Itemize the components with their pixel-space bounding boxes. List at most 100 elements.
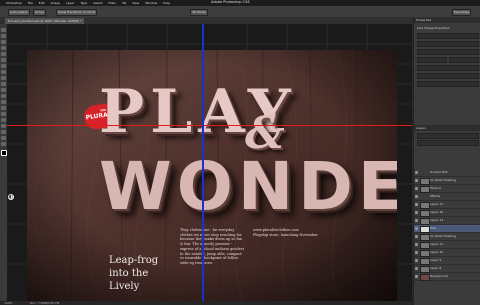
blend-mode-select[interactable]: [417, 140, 479, 146]
layer-row[interactable]: Scripted Heading: [414, 177, 480, 185]
visibility-eye-icon[interactable]: [415, 187, 418, 190]
layer-row[interactable]: Layer 10: [414, 249, 480, 257]
horizontal-guide[interactable]: [7, 125, 412, 126]
layer-thumbnail: [420, 250, 430, 257]
layer-name: Layer 11: [430, 242, 444, 246]
dodge-tool-icon[interactable]: [1, 106, 6, 110]
layers-header: Layers: [414, 125, 480, 131]
layer-row[interactable]: Layer 9: [414, 257, 480, 265]
vertical-guide[interactable]: [202, 24, 204, 301]
visibility-eye-icon[interactable]: [415, 275, 418, 278]
menu-window[interactable]: Window: [145, 1, 157, 5]
tagline[interactable]: Leap-frog into the Lively: [109, 254, 158, 293]
gradient-tool-icon[interactable]: [1, 94, 6, 98]
layer-name: Scripted Heading: [430, 234, 456, 238]
layer-thumbnail: [420, 210, 430, 217]
healing-tool-icon[interactable]: [1, 64, 6, 68]
info-block[interactable]: www.pluralistclothes.com Flagship store,…: [253, 228, 333, 237]
headline-wonder[interactable]: WONDER: [99, 154, 397, 220]
type-tool-icon[interactable]: [1, 118, 6, 122]
visibility-eye-icon[interactable]: [415, 211, 418, 214]
layer-filter-field[interactable]: [417, 133, 479, 139]
layer-row[interactable]: Layer 14: [414, 217, 480, 225]
stamp-tool-icon[interactable]: [1, 76, 6, 80]
zoom-tool-icon[interactable]: [1, 142, 6, 146]
layer-row[interactable]: Layer 17: [414, 201, 480, 209]
menu-type[interactable]: Type: [80, 1, 87, 5]
visibility-eye-icon[interactable]: [415, 243, 418, 246]
pen-tool-icon[interactable]: [1, 112, 6, 116]
visibility-eye-icon[interactable]: [415, 179, 418, 182]
auto-select-checkbox[interactable]: Auto-Select:: [8, 9, 31, 16]
move-tool-icon[interactable]: [1, 28, 6, 32]
eyedropper-tool-icon[interactable]: [1, 58, 6, 62]
show-transform-checkbox[interactable]: Show Transform Controls: [56, 9, 98, 16]
hand-tool-icon[interactable]: [1, 136, 6, 140]
menu-layer[interactable]: Layer: [66, 1, 74, 5]
live-shape-label: Live Shape Properties: [417, 26, 450, 30]
layer-row-selected[interactable]: Text: [414, 225, 480, 233]
menu-select[interactable]: Select: [93, 1, 102, 5]
menu-file[interactable]: File: [28, 1, 33, 5]
workspace-switcher[interactable]: Essentials: [452, 9, 472, 16]
menu-image[interactable]: Image: [51, 1, 60, 5]
group-select[interactable]: Group: [33, 9, 47, 16]
layer-name: Layer 17: [430, 202, 444, 206]
properties-field-6[interactable]: [417, 65, 479, 71]
shape-tool-icon[interactable]: [1, 130, 6, 134]
visibility-eye-icon[interactable]: [415, 219, 418, 222]
layer-row[interactable]: Scripted Heading: [414, 233, 480, 241]
layer-thumbnail: [420, 178, 430, 185]
visibility-eye-icon[interactable]: [415, 195, 418, 198]
menu-filter[interactable]: Filter: [109, 1, 116, 5]
document-workspace[interactable]: the PLURALIST PLAY & WONDER Leap-frog in…: [7, 24, 412, 301]
visibility-eye-icon[interactable]: [415, 203, 418, 206]
layer-row[interactable]: Layer 16: [414, 209, 480, 217]
layers-title[interactable]: Layers: [416, 126, 426, 130]
properties-field-7[interactable]: [417, 73, 479, 79]
layer-row[interactable]: Background: [414, 273, 480, 281]
marquee-tool-icon[interactable]: [1, 34, 6, 38]
properties-field-3[interactable]: [417, 49, 479, 55]
menu-3d[interactable]: 3D: [122, 1, 126, 5]
layer-row[interactable]: Layer 11: [414, 241, 480, 249]
visibility-eye-icon[interactable]: [415, 267, 418, 270]
menu-help[interactable]: Help: [163, 1, 170, 5]
menu-edit[interactable]: Edit: [39, 1, 45, 5]
path-select-tool-icon[interactable]: [1, 124, 6, 128]
properties-field-8[interactable]: [417, 81, 479, 87]
properties-field-2[interactable]: [417, 41, 479, 47]
body-copy[interactable]: They clothes are - be everyday clothes w…: [180, 228, 244, 266]
document-tab-bar: Fun-ads_mocked.psd @ 100% (Wonder, RGB/8…: [0, 17, 413, 24]
layer-thumbnail: [420, 274, 430, 281]
right-panel: Properties Live Shape Properties Layers …: [413, 17, 480, 305]
layer-thumbnail: [420, 242, 430, 249]
layer-row[interactable]: Layer 8: [414, 265, 480, 273]
visibility-eye-icon[interactable]: [415, 235, 418, 238]
layer-row[interactable]: Effects: [414, 193, 480, 201]
layer-row[interactable]: Guided Text: [414, 169, 480, 177]
quick-select-tool-icon[interactable]: [1, 46, 6, 50]
visibility-eye-icon[interactable]: [415, 171, 418, 174]
tagline-line-1: Leap-frog: [109, 255, 159, 266]
menu-view[interactable]: View: [132, 1, 139, 5]
menu-photoshop[interactable]: Photoshop: [6, 1, 22, 5]
lasso-tool-icon[interactable]: [1, 40, 6, 44]
properties-title[interactable]: Properties: [416, 18, 431, 22]
eraser-tool-icon[interactable]: [1, 88, 6, 92]
brush-tool-icon[interactable]: [1, 70, 6, 74]
properties-field-5[interactable]: [449, 57, 479, 63]
zoom-level[interactable]: 100%: [4, 301, 13, 305]
visibility-eye-icon[interactable]: [415, 251, 418, 254]
history-brush-tool-icon[interactable]: [1, 82, 6, 86]
visibility-eye-icon[interactable]: [415, 227, 418, 230]
3d-mode-label: 3D Mode:: [190, 9, 209, 16]
layer-row[interactable]: Texture: [414, 185, 480, 193]
properties-field-4[interactable]: [417, 57, 447, 63]
artboard[interactable]: the PLURALIST PLAY & WONDER Leap-frog in…: [27, 50, 397, 301]
visibility-eye-icon[interactable]: [415, 259, 418, 262]
canvas-rotate-dial-icon[interactable]: ◐: [8, 194, 14, 200]
crop-tool-icon[interactable]: [1, 52, 6, 56]
properties-field-1[interactable]: [417, 33, 479, 39]
blur-tool-icon[interactable]: [1, 100, 6, 104]
